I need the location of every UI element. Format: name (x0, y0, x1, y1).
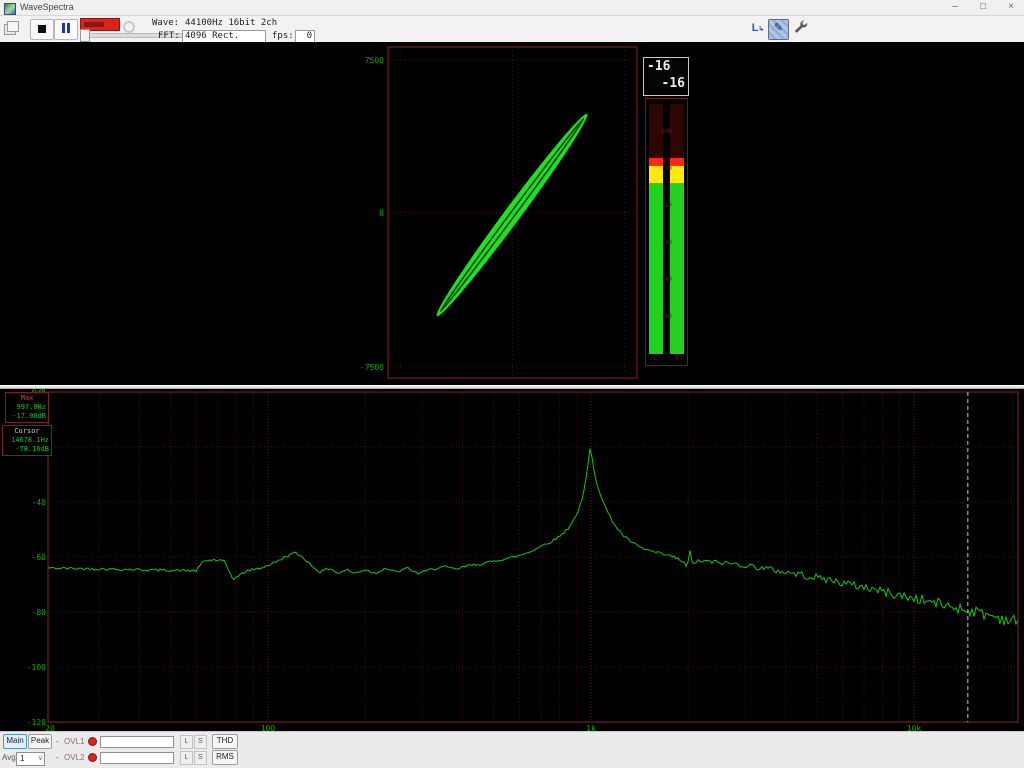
thd-button[interactable]: THD (212, 734, 238, 749)
meter-scale-label: -10 (661, 166, 672, 172)
meter-scale-label: -50 (661, 314, 672, 320)
dash-separator-2: - (56, 753, 59, 762)
meter-scale-label: 0dB (661, 129, 672, 135)
spectrum-y-tick-label: -60 (32, 553, 47, 562)
channel-scale-icon[interactable]: L↳ (750, 20, 766, 37)
toolbar: Wave: 44100Hz 16bit 2ch FFT: 4096 Rect. … (0, 16, 1024, 43)
meter-unlit-segment (670, 104, 684, 158)
level-meter-bar-right (670, 104, 684, 354)
rms-button[interactable]: RMS (212, 750, 238, 765)
spectrum-x-tick-label: 20 (45, 724, 55, 731)
ovl1-label: OVL1 (64, 737, 84, 746)
peak-tab-button[interactable]: Peak (28, 734, 52, 749)
phase-scope-panel: 7500 0 -7500 -16 -16 0dB -10 -20 -30 -40 -50 L … (0, 42, 1024, 385)
lissajous-plot: 7500 0 -7500 (0, 42, 1024, 385)
spectrum-panel: 0dB-20-40-60-80-100-120201001k10k Max 99… (0, 389, 1024, 731)
stop-button[interactable] (30, 19, 54, 40)
maximize-button[interactable]: □ (970, 0, 996, 15)
s-button-2[interactable]: S (194, 751, 207, 765)
fps-label: fps: (272, 31, 294, 41)
meter-scale-label: -40 (661, 277, 672, 283)
chevron-down-icon: ∨ (38, 753, 43, 764)
cursor-box-title: Cursor (5, 427, 49, 436)
wave-value: 44100Hz 16bit 2ch (182, 17, 294, 30)
peak-level-left: -16 (647, 59, 670, 74)
meter-channel-right-label: R (675, 355, 679, 362)
scope-axis-label: -7500 (360, 363, 384, 372)
window-title: WaveSpectra (20, 2, 74, 12)
avg-value: 1 (20, 754, 24, 763)
minimize-button[interactable]: – (942, 0, 968, 15)
meter-green-segment (670, 183, 684, 354)
spectrum-trace (48, 449, 1018, 626)
meter-scale-label: -20 (661, 203, 672, 209)
meter-red-segment (670, 158, 684, 166)
dash-separator: - (56, 737, 59, 746)
peak-level-right: -16 (662, 76, 685, 91)
open-file-icon[interactable] (4, 21, 18, 34)
ovl1-input[interactable] (100, 736, 174, 748)
max-level-value: -17.00dB (8, 412, 46, 421)
max-box-title: Max (8, 394, 46, 403)
wave-label: Wave: (152, 18, 179, 28)
cursor-level-value: -78.16dB (5, 445, 49, 454)
spectrum-x-tick-label: 10k (907, 724, 922, 731)
stop-icon (38, 25, 46, 33)
meter-scale-label: -30 (661, 240, 672, 246)
spectrum-x-tick-label: 100 (261, 724, 276, 731)
scope-axis-label: 7500 (365, 56, 384, 65)
avg-select[interactable]: 1∨ (16, 752, 45, 766)
wrench-icon (792, 19, 808, 35)
meter-channel-left-label: L (654, 355, 658, 362)
status-bar: Main Peak - OVL1 L S THD Avg: 1∨ - OVL2 … (0, 731, 1024, 768)
level-meter: 0dB -10 -20 -30 -40 -50 L R (645, 98, 688, 366)
app-window: WaveSpectra – □ × Wave: 44100Hz 16bit 2c… (0, 0, 1024, 768)
close-button[interactable]: × (998, 0, 1024, 15)
s-button-1[interactable]: S (194, 735, 207, 749)
settings-button[interactable] (790, 19, 809, 38)
l-button-1[interactable]: L (180, 735, 193, 749)
spectrum-y-tick-label: -40 (32, 498, 47, 507)
main-tab-button[interactable]: Main (3, 734, 27, 749)
record-icon (123, 21, 135, 33)
spectrum-x-tick-label: 1k (586, 724, 596, 731)
ovl2-label: OVL2 (64, 753, 84, 762)
cursor-readout-box: Cursor 14678.1Hz -78.16dB (2, 425, 52, 456)
pencil-icon: ✎ (774, 22, 783, 34)
spectrum-y-tick-label: -100 (27, 663, 46, 672)
l-button-2[interactable]: L (180, 751, 193, 765)
spectrum-y-tick-label: -80 (32, 608, 47, 617)
spectrum-plot: 0dB-20-40-60-80-100-120201001k10k (0, 389, 1024, 731)
title-bar: WaveSpectra – □ × (0, 0, 1024, 16)
ovl2-led (88, 753, 97, 762)
peak-level-readout: -16 -16 (643, 57, 689, 96)
spectrum-y-tick-label: -120 (27, 718, 46, 727)
cursor-frequency-value: 14678.1Hz (5, 436, 49, 445)
max-readout-box: Max 997.0Hz -17.00dB (5, 392, 49, 423)
meter-yellow-segment (670, 166, 684, 183)
recording-indicator-text (84, 22, 104, 27)
lissajous-figure (430, 109, 593, 321)
seek-slider-thumb[interactable] (80, 29, 90, 42)
max-frequency-value: 997.0Hz (8, 403, 46, 412)
scope-axis-label: 0 (379, 209, 384, 218)
ovl2-input[interactable] (100, 752, 174, 764)
display-settings-button[interactable]: ✎ (768, 19, 789, 40)
app-icon (4, 3, 16, 15)
fft-label: FFT: (158, 31, 180, 41)
ovl1-led (88, 737, 97, 746)
spectrum-border (48, 392, 1018, 722)
